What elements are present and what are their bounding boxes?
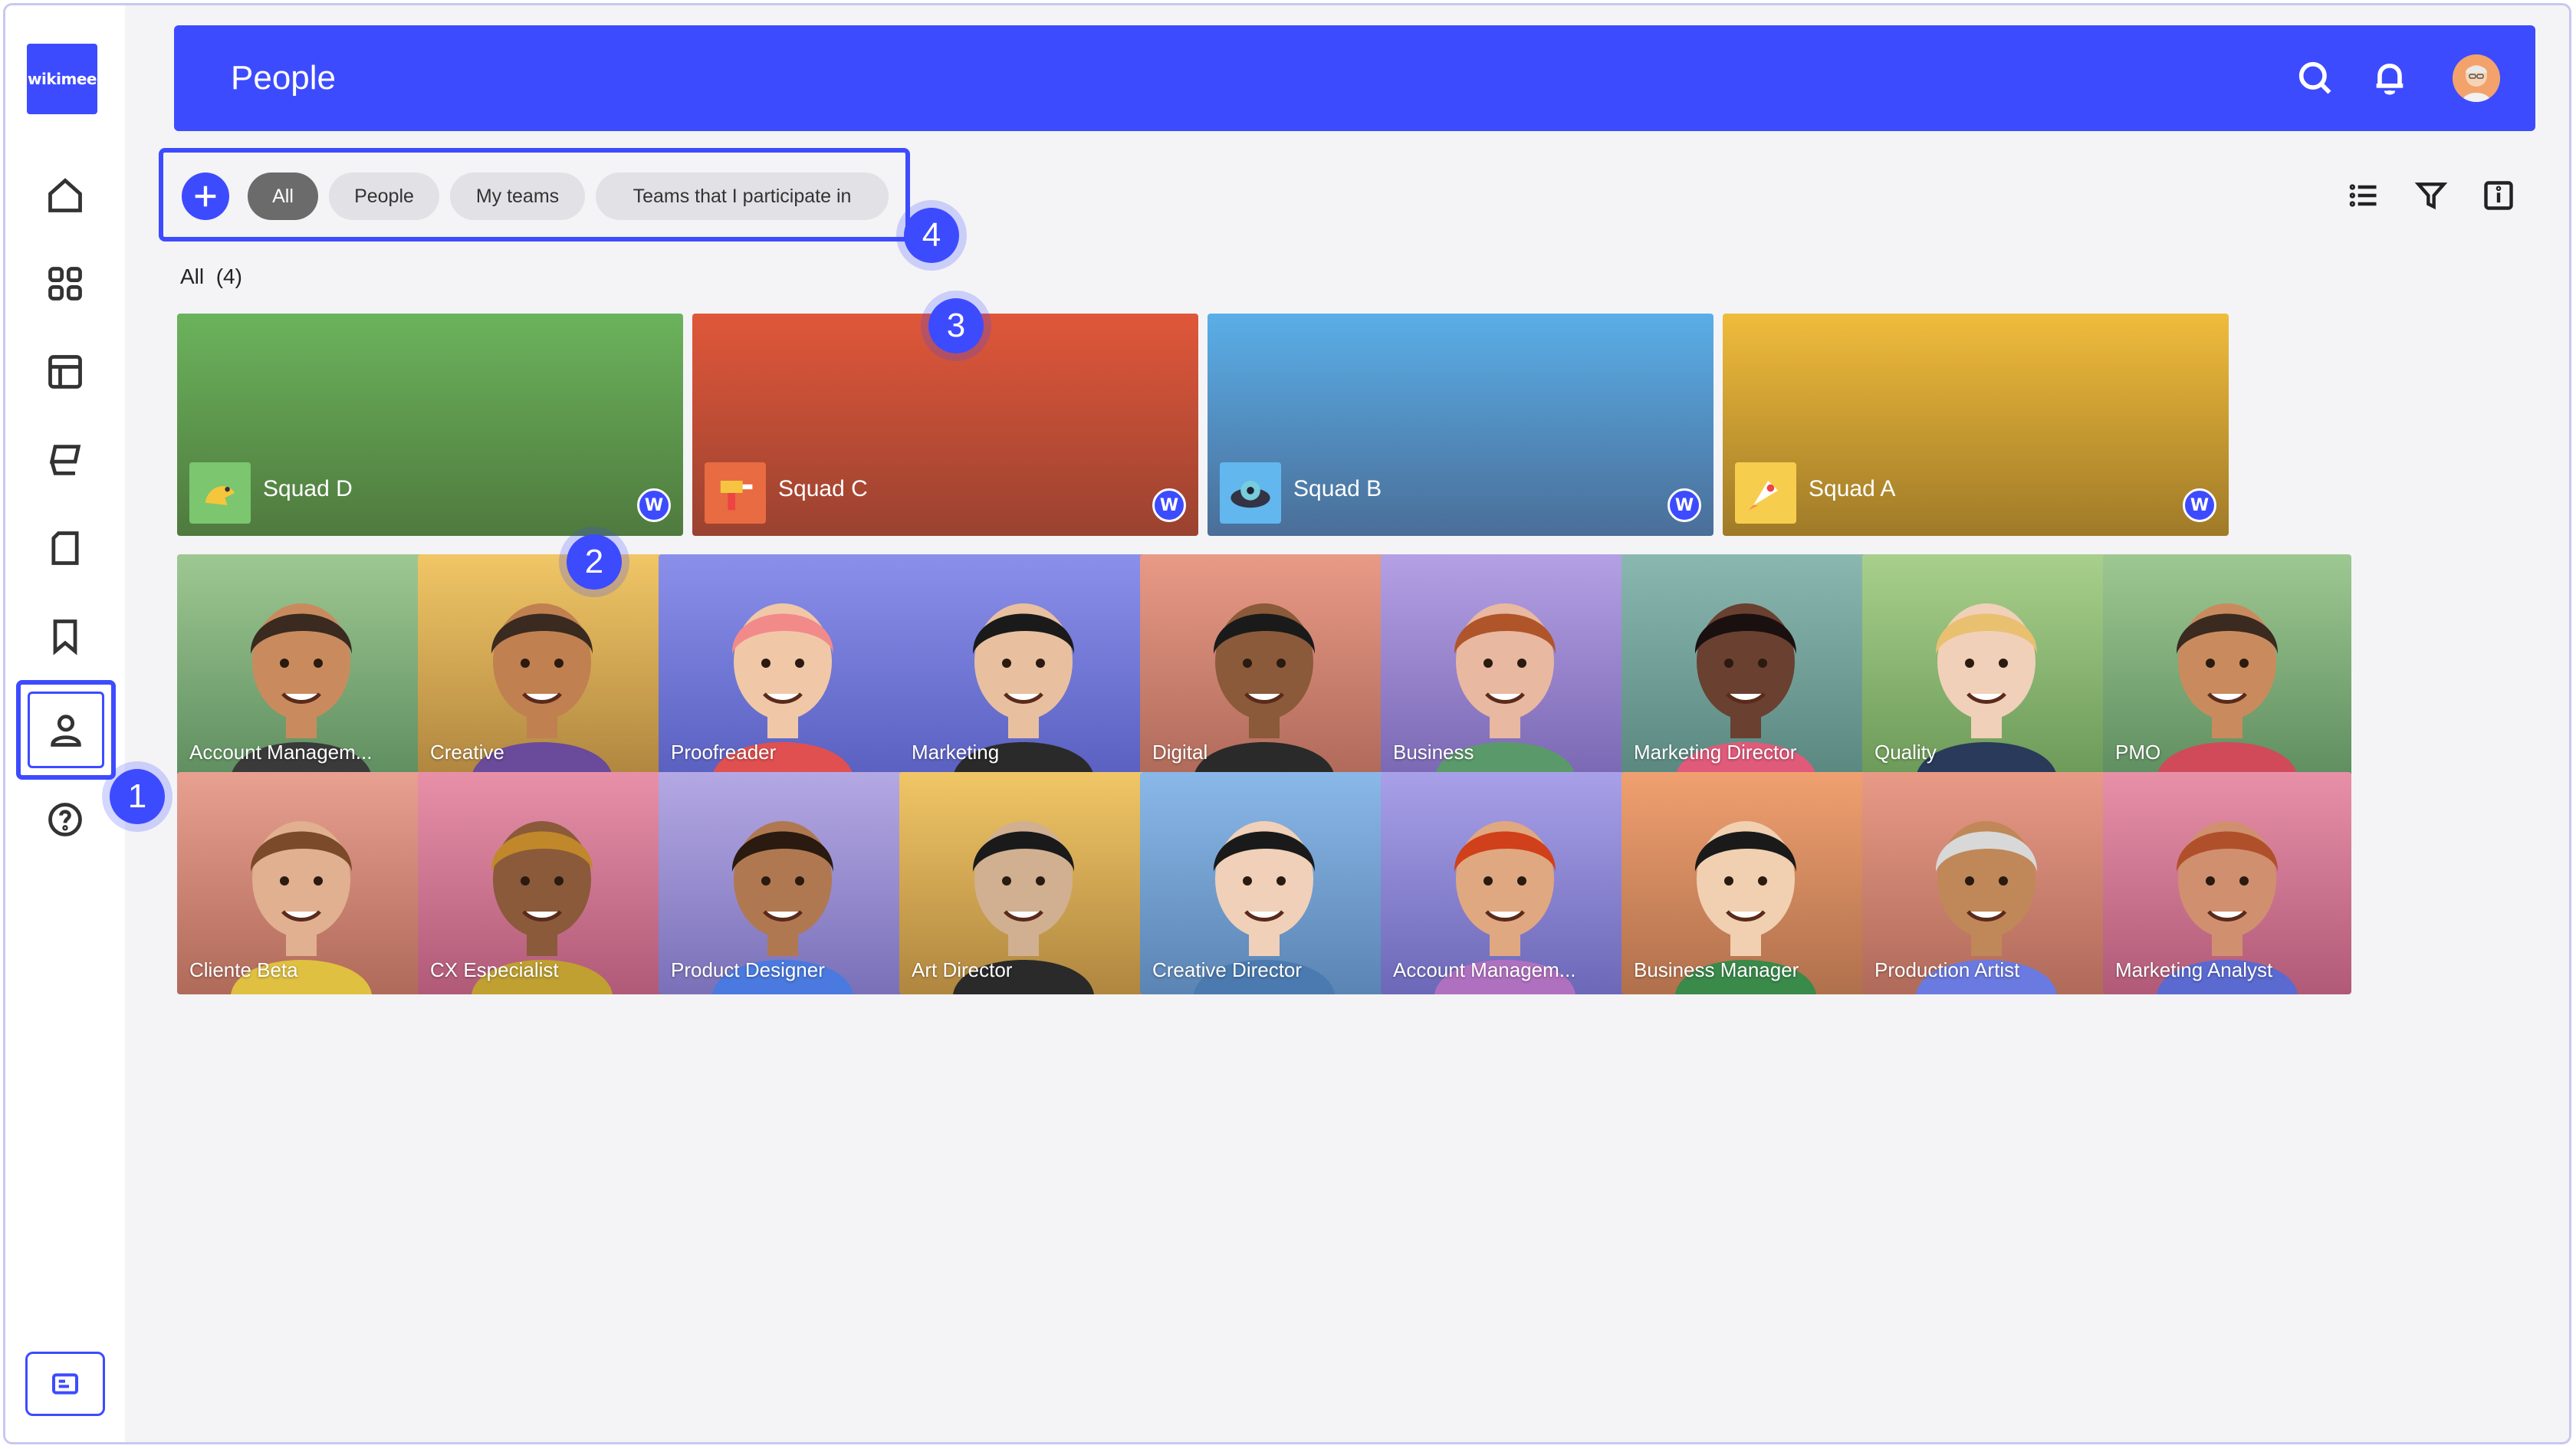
person-role: Business	[1393, 741, 1474, 764]
team-logo	[189, 462, 251, 524]
people-nav-icon[interactable]	[16, 680, 116, 780]
person-card[interactable]: Account Managem...	[177, 554, 426, 777]
person-role: Account Managem...	[1393, 958, 1576, 981]
top-header: People	[174, 25, 2535, 131]
app-frame: wikimee 1 People All People My teams Tea…	[3, 3, 2571, 1444]
person-card[interactable]: Product Designer	[659, 772, 907, 994]
step-badge-3: 3	[928, 298, 984, 353]
filter-icon[interactable]	[2410, 174, 2453, 217]
person-role: Creative	[430, 741, 504, 764]
person-card[interactable]: Digital	[1140, 554, 1388, 777]
person-role: Creative Director	[1152, 958, 1303, 981]
person-role: Production Artist	[1875, 958, 2020, 981]
person-card[interactable]: Quality	[1862, 554, 2111, 777]
info-icon[interactable]	[2477, 174, 2520, 217]
app-logo[interactable]: wikimee	[27, 44, 97, 114]
person-role: Quality	[1875, 741, 1937, 764]
person-card[interactable]: Marketing	[899, 554, 1148, 777]
results-count: All (4)	[180, 264, 242, 289]
bell-icon[interactable]	[2367, 54, 2413, 100]
chip-all[interactable]: All	[248, 172, 318, 220]
person-card[interactable]: Marketing Director	[1622, 554, 1870, 777]
person-role: Account Managem...	[189, 741, 373, 764]
count-value: (4)	[215, 264, 242, 288]
workspace-badge: W	[637, 488, 671, 522]
team-name: Squad D	[263, 476, 353, 501]
team-logo	[1220, 462, 1281, 524]
person-role: Art Director	[912, 958, 1013, 981]
home-icon[interactable]	[27, 157, 104, 234]
workspace-badge: W	[2183, 488, 2216, 522]
workspace-badge: W	[1668, 488, 1701, 522]
page-title: People	[231, 59, 337, 97]
sidebar: wikimee	[5, 5, 125, 1442]
person-card[interactable]: Creative	[418, 554, 666, 777]
chip-teams-participate[interactable]: Teams that I participate in	[596, 172, 889, 220]
step-badge-2: 2	[567, 534, 622, 590]
team-card[interactable]: Squad B W	[1208, 314, 1714, 536]
team-logo	[1735, 462, 1796, 524]
workspace-badge: W	[1152, 488, 1186, 522]
person-card[interactable]: Business Manager	[1622, 772, 1870, 994]
person-role: Marketing Analyst	[2115, 958, 2273, 981]
step-badge-4: 4	[904, 208, 959, 263]
person-role: Digital	[1152, 741, 1208, 764]
step-badge-1: 1	[110, 769, 165, 824]
person-card[interactable]: Art Director	[899, 772, 1148, 994]
id-card-icon	[52, 1373, 78, 1395]
person-card[interactable]: CX Especialist	[418, 772, 666, 994]
person-card[interactable]: Cliente Beta	[177, 772, 426, 994]
person-role: Marketing Director	[1634, 741, 1797, 764]
list-view-icon[interactable]	[2342, 174, 2385, 217]
person-role: CX Especialist	[430, 958, 559, 981]
person-card[interactable]: Production Artist	[1862, 772, 2111, 994]
apps-grid-icon[interactable]	[27, 245, 104, 322]
person-role: Business Manager	[1634, 958, 1799, 981]
person-card[interactable]: Proofreader	[659, 554, 907, 777]
search-icon[interactable]	[2292, 54, 2338, 100]
team-name: Squad B	[1293, 476, 1382, 501]
person-role: Cliente Beta	[189, 958, 298, 981]
team-logo	[705, 462, 766, 524]
layout-icon[interactable]	[27, 334, 104, 410]
filter-bar: All People My teams Teams that I partici…	[159, 148, 910, 242]
person-role: Proofreader	[671, 741, 777, 764]
team-card[interactable]: Squad D W	[177, 314, 683, 536]
team-name: Squad C	[778, 476, 868, 501]
person-card[interactable]: PMO	[2103, 554, 2351, 777]
team-card[interactable]: Squad A W	[1723, 314, 2229, 536]
chip-people[interactable]: People	[329, 172, 439, 220]
help-icon[interactable]	[27, 781, 104, 858]
add-button[interactable]	[182, 172, 229, 220]
person-card[interactable]: Business	[1381, 554, 1629, 777]
chip-my-teams[interactable]: My teams	[450, 172, 585, 220]
cards-icon[interactable]	[27, 422, 104, 498]
document-icon[interactable]	[27, 510, 104, 586]
person-role: PMO	[2115, 741, 2161, 764]
person-card[interactable]: Account Managem...	[1381, 772, 1629, 994]
team-name: Squad A	[1809, 476, 1896, 501]
person-card[interactable]: Marketing Analyst	[2103, 772, 2351, 994]
user-avatar[interactable]	[2453, 54, 2500, 102]
workspace-card-button[interactable]	[25, 1352, 105, 1416]
count-label: All	[180, 264, 205, 288]
plus-icon	[195, 186, 216, 207]
person-card[interactable]: Creative Director	[1140, 772, 1388, 994]
person-role: Product Designer	[671, 958, 825, 981]
person-role: Marketing	[912, 741, 1000, 764]
bookmark-icon[interactable]	[27, 598, 104, 675]
